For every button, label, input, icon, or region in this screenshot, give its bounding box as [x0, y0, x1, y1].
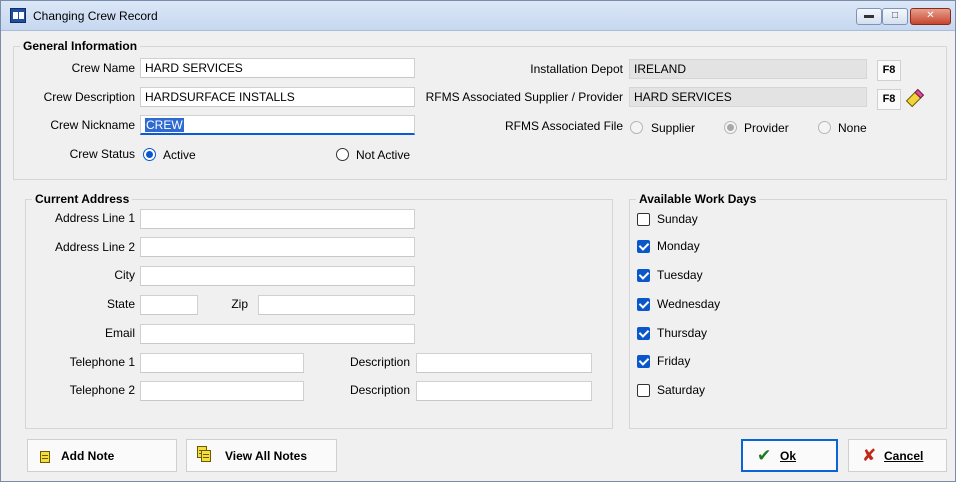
telephone2-input[interactable] — [140, 381, 304, 401]
city-input[interactable] — [140, 266, 415, 286]
close-button[interactable]: ✕ — [910, 8, 951, 25]
address-line2-label: Address Line 2 — [54, 240, 135, 254]
saturday-checkbox[interactable] — [637, 384, 650, 397]
maximize-button[interactable]: □ — [882, 8, 908, 25]
monday-label[interactable]: Monday — [657, 239, 700, 254]
telephone2-label: Telephone 2 — [69, 383, 135, 397]
title-bar[interactable]: Changing Crew Record ▬ □ ✕ — [1, 1, 955, 31]
ok-button[interactable]: ✔ Ok — [741, 439, 838, 472]
available-work-days-title: Available Work Days — [636, 193, 760, 206]
state-input[interactable] — [140, 295, 198, 315]
rfms-file-supplier-label: Supplier — [651, 121, 696, 135]
monday-checkbox[interactable] — [637, 240, 650, 253]
crew-description-label: Crew Description — [43, 90, 135, 104]
add-note-label: Add Note — [61, 449, 115, 463]
friday-checkbox[interactable] — [637, 355, 650, 368]
state-label: State — [106, 297, 135, 311]
telephone2-description-input[interactable] — [416, 381, 592, 401]
view-all-notes-label: View All Notes — [225, 449, 308, 463]
telephone1-description-label: Description — [349, 355, 410, 369]
notes-stack-icon-back — [201, 450, 211, 462]
window-title: Changing Crew Record — [33, 9, 158, 23]
address-line1-label: Address Line 1 — [54, 211, 135, 225]
rfms-supplier-label: RFMS Associated Supplier / Provider — [425, 90, 623, 104]
crew-name-input[interactable]: HARD SERVICES — [140, 58, 415, 78]
email-label: Email — [104, 326, 135, 340]
sunday-label[interactable]: Sunday — [657, 212, 698, 227]
tuesday-label[interactable]: Tuesday — [657, 268, 703, 283]
installation-depot-label: Installation Depot — [530, 62, 623, 76]
crew-record-window: Changing Crew Record ▬ □ ✕ General Infor… — [0, 0, 956, 482]
email-input[interactable] — [140, 324, 415, 344]
telephone1-label: Telephone 1 — [69, 355, 135, 369]
general-information-title: General Information — [20, 40, 141, 53]
rfms-file-provider-radio — [724, 121, 737, 134]
minimize-button[interactable]: ▬ — [856, 8, 882, 25]
rfms-supplier-field: HARD SERVICES — [629, 87, 867, 107]
app-icon — [10, 8, 26, 23]
rfms-file-provider-label: Provider — [744, 121, 789, 135]
crew-nickname-label: Crew Nickname — [50, 118, 135, 132]
checkmark-icon: ✔ — [757, 446, 772, 465]
crew-name-label: Crew Name — [71, 61, 135, 75]
current-address-title: Current Address — [32, 193, 133, 206]
telephone1-description-input[interactable] — [416, 353, 592, 373]
zip-label: Zip — [231, 297, 248, 311]
eraser-icon[interactable] — [904, 87, 926, 109]
installation-depot-lookup-button[interactable]: F8 — [877, 60, 901, 81]
crew-status-not-active-radio[interactable] — [336, 148, 349, 161]
saturday-label[interactable]: Saturday — [657, 383, 705, 398]
rfms-supplier-lookup-button[interactable]: F8 — [877, 89, 901, 110]
zip-input[interactable] — [258, 295, 415, 315]
crew-description-input[interactable]: HARDSURFACE INSTALLS — [140, 87, 415, 107]
crew-status-active-radio[interactable] — [143, 148, 156, 161]
ok-label: Ok — [780, 449, 797, 463]
cancel-x-icon: ✘ — [862, 446, 877, 465]
cancel-button[interactable]: ✘ Cancel — [848, 439, 947, 472]
wednesday-checkbox[interactable] — [637, 298, 650, 311]
rfms-file-supplier-radio — [630, 121, 643, 134]
tuesday-checkbox[interactable] — [637, 269, 650, 282]
crew-status-active-label[interactable]: Active — [163, 148, 196, 163]
add-note-button[interactable]: Add Note — [27, 439, 177, 472]
note-icon — [40, 451, 50, 463]
crew-nickname-selected-text: CREW — [145, 118, 184, 132]
friday-label[interactable]: Friday — [657, 354, 690, 369]
crew-status-not-active-label[interactable]: Not Active — [356, 148, 410, 163]
installation-depot-field: IRELAND — [629, 59, 867, 79]
view-all-notes-button[interactable]: View All Notes — [186, 439, 337, 472]
telephone2-description-label: Description — [349, 383, 410, 397]
city-label: City — [114, 268, 135, 282]
telephone1-input[interactable] — [140, 353, 304, 373]
rfms-file-label: RFMS Associated File — [504, 119, 623, 133]
rfms-file-none-radio — [818, 121, 831, 134]
thursday-checkbox[interactable] — [637, 327, 650, 340]
wednesday-label[interactable]: Wednesday — [657, 297, 720, 312]
rfms-file-none-label: None — [838, 121, 867, 135]
address-line1-input[interactable] — [140, 209, 415, 229]
address-line2-input[interactable] — [140, 237, 415, 257]
crew-status-label: Crew Status — [69, 147, 135, 161]
sunday-checkbox[interactable] — [637, 213, 650, 226]
crew-nickname-input[interactable]: CREW — [140, 115, 415, 135]
cancel-label: Cancel — [884, 449, 924, 463]
thursday-label[interactable]: Thursday — [657, 326, 707, 341]
